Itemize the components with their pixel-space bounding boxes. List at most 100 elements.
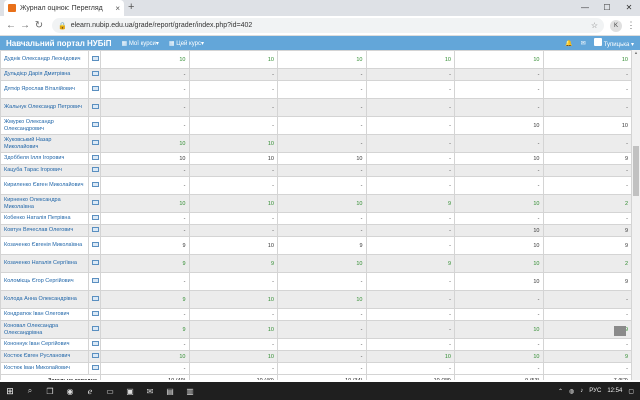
grade-cell[interactable]: - (542, 290, 632, 309)
student-name-link[interactable]: Жуковський Назар Миколайович (0, 134, 89, 153)
grade-cell[interactable]: 10 (542, 116, 632, 135)
grade-cell[interactable]: 10 (188, 152, 278, 165)
grade-cell[interactable]: 2 (542, 194, 632, 213)
user-menu[interactable]: Тупицька ▾ (593, 38, 634, 48)
single-view-grid-icon[interactable] (92, 326, 99, 331)
folder-icon[interactable]: ▭ (100, 387, 120, 396)
grade-cell[interactable]: 9 (542, 272, 632, 291)
grade-cell[interactable]: - (100, 272, 190, 291)
scrollbar-thumb[interactable] (633, 146, 639, 196)
my-courses-menu[interactable]: ▦ Мої курси▾ (121, 40, 158, 47)
grade-cell[interactable]: - (365, 290, 455, 309)
profile-avatar[interactable]: K (610, 19, 622, 32)
back-arrow-icon[interactable]: ← (4, 20, 18, 31)
notifications-bell-icon[interactable]: 🔔 (565, 40, 572, 47)
notifications-icon[interactable]: ▢ (628, 388, 634, 395)
grade-cell[interactable]: - (188, 164, 278, 177)
grade-cell[interactable]: - (100, 308, 190, 321)
student-name-link[interactable]: Жальнук Олександр Петрович (0, 98, 89, 117)
single-view-grid-icon[interactable] (92, 227, 99, 232)
single-view-grid-icon[interactable] (92, 353, 99, 358)
grade-cell[interactable]: - (277, 320, 367, 339)
single-view-grid-icon[interactable] (92, 155, 99, 160)
grade-cell[interactable]: - (188, 308, 278, 321)
task-view-icon[interactable]: ❐ (40, 387, 60, 396)
single-view-grid-icon[interactable] (92, 365, 99, 370)
messages-icon[interactable]: ✉ (581, 40, 586, 47)
grade-cell[interactable]: - (365, 80, 455, 99)
student-name-link[interactable]: Кацуба Тарас Ігорович (0, 164, 89, 177)
student-name-link[interactable]: Кириленко Євген Миколайович (0, 176, 89, 195)
mail-icon[interactable]: ✉ (140, 387, 160, 396)
grade-cell[interactable]: - (188, 98, 278, 117)
single-view-grid-icon[interactable] (92, 56, 99, 61)
grade-cell[interactable]: 10 (188, 194, 278, 213)
floating-toggle-button[interactable] (614, 326, 626, 336)
grade-cell[interactable]: - (277, 134, 367, 153)
grade-cell[interactable]: 9 (365, 194, 455, 213)
grade-cell[interactable]: 10 (454, 194, 544, 213)
grade-cell[interactable]: 9 (100, 254, 190, 273)
student-name-link[interactable]: Коломієць Єгор Сергійович (0, 272, 89, 291)
student-name-link[interactable]: Здоббеля Ілля Ігорович (0, 152, 89, 165)
grade-cell[interactable]: 9 (100, 320, 190, 339)
grade-cell[interactable]: - (277, 176, 367, 195)
grade-cell[interactable]: - (365, 362, 455, 375)
grade-cell[interactable]: - (188, 212, 278, 225)
grade-cell[interactable]: - (365, 134, 455, 153)
grade-cell[interactable]: - (454, 98, 544, 117)
grade-cell[interactable]: 10 (100, 50, 190, 69)
student-name-link[interactable]: Козаченко Євгенія Миколаївна (0, 236, 89, 255)
windows-start-icon[interactable]: ⊞ (0, 386, 20, 397)
student-name-link[interactable]: Коновал Олександра Олександрівна (0, 320, 89, 339)
grade-cell[interactable]: - (542, 80, 632, 99)
volume-icon[interactable]: ♪ (580, 388, 583, 394)
single-view-grid-icon[interactable] (92, 215, 99, 220)
grade-cell[interactable]: - (188, 80, 278, 99)
grade-cell[interactable]: 10 (454, 152, 544, 165)
grade-cell[interactable]: - (277, 308, 367, 321)
excel-icon[interactable]: ▤ (160, 387, 180, 396)
student-name-link[interactable]: Колода Анна Олександрівна (0, 290, 89, 309)
single-view-grid-icon[interactable] (92, 167, 99, 172)
grade-cell[interactable]: 10 (188, 236, 278, 255)
grade-cell[interactable]: - (454, 134, 544, 153)
grade-cell[interactable]: 10 (188, 290, 278, 309)
grade-cell[interactable]: 9 (100, 290, 190, 309)
grade-cell[interactable]: - (454, 308, 544, 321)
grade-cell[interactable]: - (277, 80, 367, 99)
this-course-menu[interactable]: ▦ Цей курс▾ (169, 40, 204, 47)
grade-cell[interactable]: - (542, 98, 632, 117)
grade-cell[interactable]: - (454, 362, 544, 375)
grade-cell[interactable]: - (542, 308, 632, 321)
grade-cell[interactable]: - (454, 176, 544, 195)
grade-cell[interactable]: 9 (542, 224, 632, 237)
grade-cell[interactable]: - (188, 224, 278, 237)
grade-cell[interactable]: 10 (100, 194, 190, 213)
grade-cell[interactable]: 10 (277, 194, 367, 213)
grade-cell[interactable]: 9 (100, 236, 190, 255)
grade-cell[interactable]: 10 (454, 236, 544, 255)
maximize-button[interactable]: ☐ (596, 0, 618, 16)
grade-cell[interactable]: - (365, 338, 455, 351)
grade-cell[interactable]: - (542, 164, 632, 177)
network-icon[interactable]: ◍ (569, 388, 574, 395)
single-view-grid-icon[interactable] (92, 200, 99, 205)
student-name-link[interactable]: Костюк Іван Миколайович (0, 362, 89, 375)
tab-close-icon[interactable]: × (115, 4, 120, 13)
grade-cell[interactable]: - (100, 164, 190, 177)
grade-cell[interactable]: - (542, 176, 632, 195)
grade-cell[interactable]: - (365, 152, 455, 165)
grade-cell[interactable]: - (454, 164, 544, 177)
single-view-grid-icon[interactable] (92, 104, 99, 109)
student-name-link[interactable]: Дуднік Олександр Леонідович (0, 50, 89, 69)
grade-cell[interactable]: - (277, 224, 367, 237)
single-view-grid-icon[interactable] (92, 341, 99, 346)
grade-cell[interactable]: - (100, 80, 190, 99)
new-tab-button[interactable]: + (128, 1, 134, 13)
grade-cell[interactable]: 9 (542, 152, 632, 165)
student-name-link[interactable]: Кононнук Іван Сергійович (0, 338, 89, 351)
grade-cell[interactable]: - (454, 290, 544, 309)
student-name-link[interactable]: Кобенко Наталія Петрівна (0, 212, 89, 225)
grade-cell[interactable]: - (365, 272, 455, 291)
